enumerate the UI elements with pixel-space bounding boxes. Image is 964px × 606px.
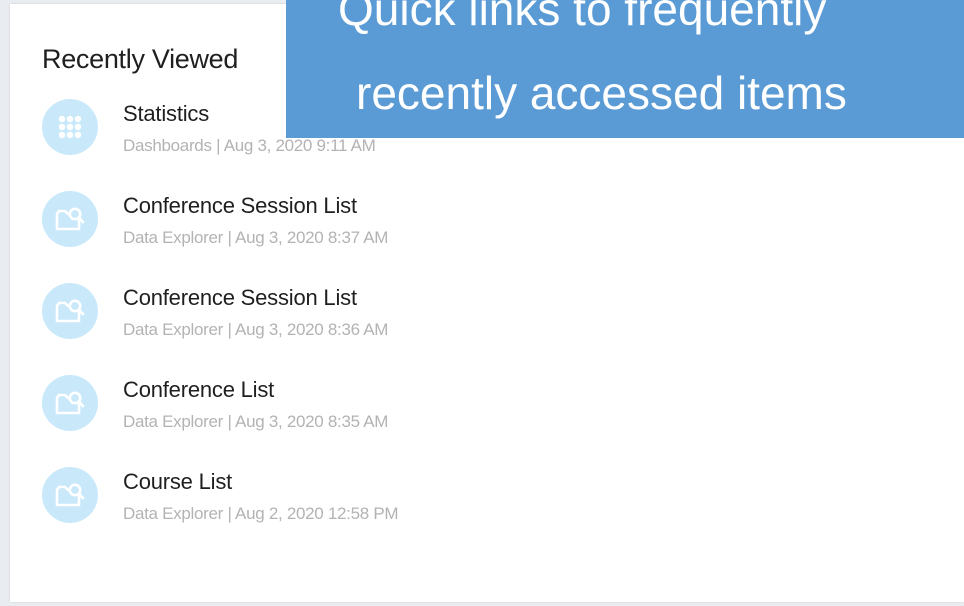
- callout-line-1: Quick links to frequently: [338, 0, 827, 35]
- data-explorer-icon: [42, 191, 98, 247]
- dashboard-grid-icon: [42, 99, 98, 155]
- data-explorer-icon: [42, 467, 98, 523]
- item-name[interactable]: Conference Session List: [123, 193, 357, 219]
- annotation-callout: Quick links to frequently recently acces…: [286, 0, 964, 138]
- callout-line-2: recently accessed items: [356, 67, 847, 119]
- item-name[interactable]: Conference Session List: [123, 285, 357, 311]
- item-name[interactable]: Course List: [123, 469, 232, 495]
- item-name[interactable]: Conference List: [123, 377, 274, 403]
- panel-title: Recently Viewed: [42, 44, 239, 74]
- item-meta: Data Explorer | Aug 3, 2020 8:35 AM: [123, 412, 389, 431]
- item-name[interactable]: Statistics: [123, 101, 209, 127]
- item-meta: Dashboards | Aug 3, 2020 9:11 AM: [123, 136, 376, 155]
- item-meta: Data Explorer | Aug 3, 2020 8:36 AM: [123, 320, 389, 339]
- item-meta: Data Explorer | Aug 2, 2020 12:58 PM: [123, 504, 399, 523]
- data-explorer-icon: [42, 283, 98, 339]
- item-meta: Data Explorer | Aug 3, 2020 8:37 AM: [123, 228, 389, 247]
- data-explorer-icon: [42, 375, 98, 431]
